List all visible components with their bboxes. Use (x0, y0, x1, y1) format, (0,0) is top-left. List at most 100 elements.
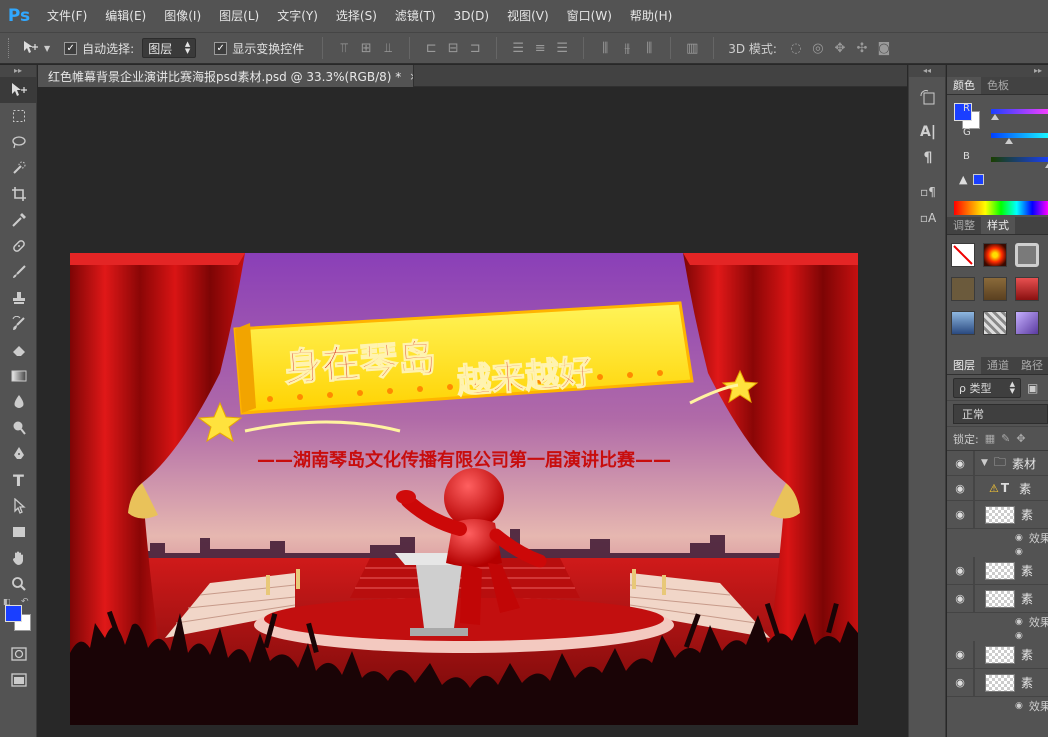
style-swatch-pattern[interactable] (983, 311, 1007, 335)
character-styles-icon[interactable]: ▫A (909, 205, 947, 231)
green-slider[interactable]: G (963, 127, 1048, 147)
path-selection-tool-icon[interactable] (0, 493, 37, 519)
document-tab[interactable]: 红色帷幕背景企业演讲比赛海报psd素材.psd @ 33.3%(RGB/8) *… (38, 65, 414, 87)
eye-icon[interactable]: ◉ (947, 457, 973, 470)
eye-icon[interactable]: ◉ (947, 482, 973, 495)
style-swatch-purple[interactable] (1015, 311, 1039, 335)
menu-3d[interactable]: 3D(D) (445, 0, 498, 32)
auto-select-dropdown[interactable]: 图层 ▲ ▼ (142, 38, 197, 58)
lock-pixels-icon[interactable]: ✎ (1001, 432, 1010, 445)
3d-slide-icon[interactable]: ✣ (851, 38, 873, 58)
close-icon[interactable]: × (409, 70, 413, 83)
eraser-tool-icon[interactable] (0, 337, 37, 363)
style-swatch-frame[interactable] (1015, 243, 1039, 267)
layer-row-group[interactable]: ◉ ▼ 🗀 素材 (947, 451, 1048, 476)
tab-styles[interactable]: 样式 (981, 217, 1015, 234)
character-panel-icon[interactable]: A| (909, 119, 947, 145)
history-panel-icon[interactable] (909, 85, 947, 111)
canvas-area[interactable]: 身在琴岛 越来越好 ——湖南琴岛文化传播有限公司第一届演讲比赛—— (38, 87, 907, 737)
tool-preset-picker[interactable]: ▼ (22, 40, 50, 57)
hand-tool-icon[interactable] (0, 545, 37, 571)
marquee-tool-icon[interactable] (0, 103, 37, 129)
menu-type[interactable]: 文字(Y) (268, 0, 327, 32)
zoom-tool-icon[interactable] (0, 571, 37, 597)
screen-mode-icon[interactable] (0, 667, 37, 693)
tab-swatches[interactable]: 色板 (981, 77, 1015, 94)
swap-colors-icon[interactable]: ↶ (21, 597, 29, 607)
crop-tool-icon[interactable] (0, 181, 37, 207)
red-thumb[interactable] (991, 114, 999, 120)
dock-collapse-icon[interactable]: ◂◂ (909, 65, 945, 77)
green-thumb[interactable] (1005, 138, 1013, 144)
style-swatch-blue[interactable] (951, 311, 975, 335)
layer-row-image[interactable]: ◉ 素 (947, 641, 1048, 669)
menu-help[interactable]: 帮助(H) (621, 0, 681, 32)
style-swatch-glow[interactable] (983, 243, 1007, 267)
layer-row-image[interactable]: ◉ 素 (947, 557, 1048, 585)
menu-window[interactable]: 窗口(W) (558, 0, 621, 32)
history-brush-tool-icon[interactable] (0, 311, 37, 337)
gamut-warning-icon[interactable]: ▲ (959, 173, 967, 186)
blue-slider[interactable]: B (963, 151, 1048, 171)
color-spectrum[interactable] (954, 201, 1048, 215)
eye-icon[interactable]: ◉ (947, 592, 973, 605)
eye-icon[interactable]: ◉ (947, 508, 973, 521)
tab-paths[interactable]: 路径 (1015, 357, 1048, 374)
clone-stamp-tool-icon[interactable] (0, 285, 37, 311)
foreground-color-swatch[interactable] (5, 605, 22, 622)
type-tool-icon[interactable]: T (0, 467, 37, 493)
align-bottom-icon[interactable]: ⫫ (377, 38, 399, 58)
eye-icon[interactable]: ◉ (1015, 547, 1023, 557)
distribute-top-icon[interactable]: ☰ (507, 38, 529, 58)
eye-icon[interactable]: ◉ (1015, 631, 1023, 641)
align-left-icon[interactable]: ⊏ (420, 38, 442, 58)
healing-brush-tool-icon[interactable] (0, 233, 37, 259)
3d-rotate-icon[interactable]: ◌ (785, 38, 807, 58)
align-top-icon[interactable]: ⫪ (333, 38, 355, 58)
lock-transparent-icon[interactable]: ▦ (985, 432, 995, 445)
rectangle-tool-icon[interactable] (0, 519, 37, 545)
layer-effects-row[interactable]: ◉ 效果 (947, 697, 1048, 715)
auto-select-checkbox[interactable]: ✓ (64, 41, 78, 55)
tab-channels[interactable]: 通道 (981, 357, 1015, 374)
lasso-tool-icon[interactable] (0, 129, 37, 155)
distribute-bottom-icon[interactable]: ☰ (551, 38, 573, 58)
tab-layers[interactable]: 图层 (947, 357, 981, 374)
blur-tool-icon[interactable] (0, 389, 37, 415)
distribute-right-icon[interactable]: ⫼ (638, 38, 660, 58)
align-right-icon[interactable]: ⊐ (464, 38, 486, 58)
panels-collapse-icon[interactable]: ▸▸ (947, 65, 1048, 77)
align-vcenter-icon[interactable]: ⊞ (355, 38, 377, 58)
poster-artwork[interactable]: 身在琴岛 越来越好 ——湖南琴岛文化传播有限公司第一届演讲比赛—— (70, 253, 858, 725)
dodge-tool-icon[interactable] (0, 415, 37, 441)
gamut-swatch[interactable] (973, 174, 984, 185)
auto-align-icon[interactable]: ▥ (681, 38, 703, 58)
show-transform-checkbox[interactable]: ✓ (214, 41, 228, 55)
layer-effects-row[interactable]: ◉ 效果 (947, 613, 1048, 631)
style-none-swatch[interactable] (951, 243, 975, 267)
layer-effects-row[interactable]: ◉ 效果 (947, 529, 1048, 547)
tab-color[interactable]: 颜色 (947, 77, 981, 94)
red-slider[interactable]: R (963, 103, 1048, 123)
eye-icon[interactable]: ◉ (1015, 617, 1023, 627)
paragraph-panel-icon[interactable]: ¶ (909, 145, 947, 171)
style-swatch-wood[interactable] (951, 277, 975, 301)
eye-icon[interactable]: ◉ (1015, 701, 1023, 711)
layer-row-text[interactable]: ◉ ⚠ T 素 (947, 476, 1048, 501)
eye-icon[interactable]: ◉ (947, 676, 973, 689)
lock-position-icon[interactable]: ✥ (1016, 432, 1025, 445)
style-swatch-bronze[interactable] (983, 277, 1007, 301)
distribute-left-icon[interactable]: ⫼ (594, 38, 616, 58)
menu-filter[interactable]: 滤镜(T) (386, 0, 445, 32)
brush-tool-icon[interactable] (0, 259, 37, 285)
eyedropper-tool-icon[interactable] (0, 207, 37, 233)
eye-icon[interactable]: ◉ (947, 648, 973, 661)
align-hcenter-icon[interactable]: ⊟ (442, 38, 464, 58)
distribute-vcenter-icon[interactable]: ≡ (529, 38, 551, 58)
image-filter-icon[interactable]: ▣ (1027, 381, 1038, 395)
menu-select[interactable]: 选择(S) (327, 0, 386, 32)
style-swatch-red[interactable] (1015, 277, 1039, 301)
quick-selection-tool-icon[interactable] (0, 155, 37, 181)
layer-row-image[interactable]: ◉ 素 (947, 669, 1048, 697)
distribute-hcenter-icon[interactable]: ⫵ (616, 38, 638, 58)
